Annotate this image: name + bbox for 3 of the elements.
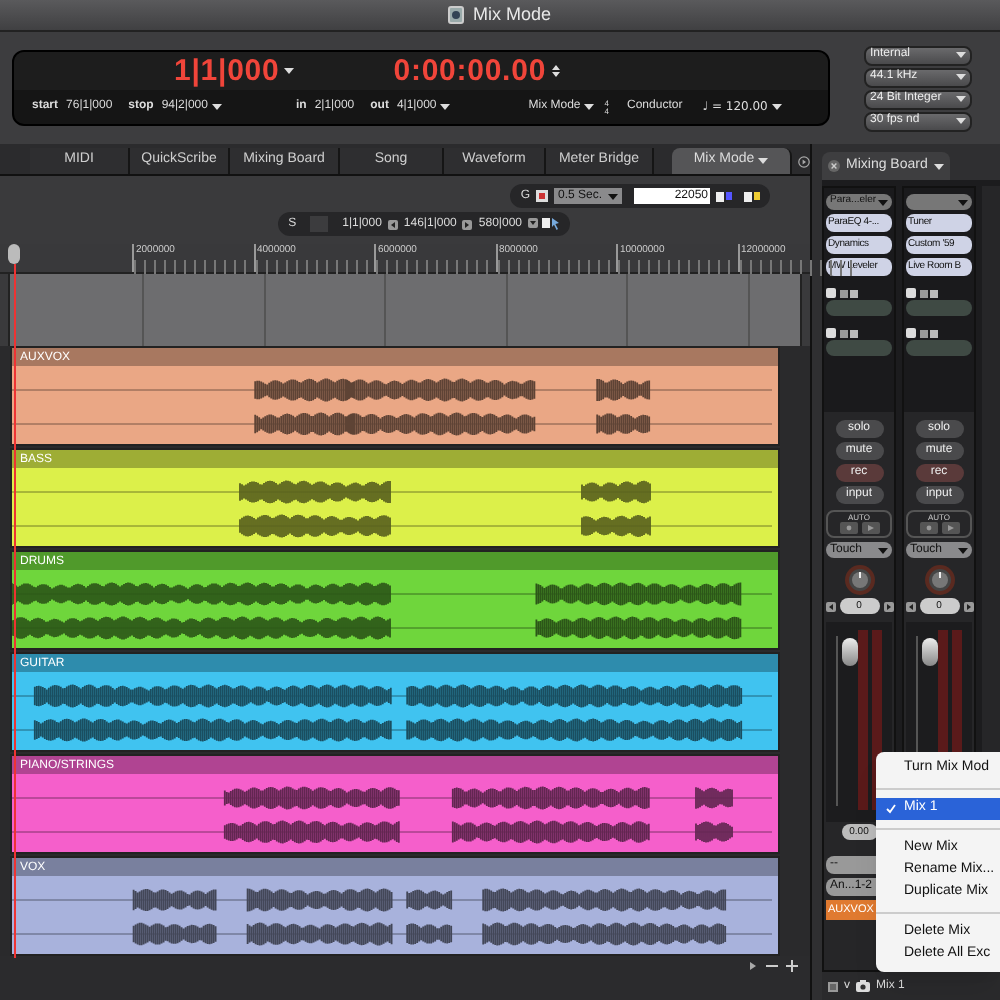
- time-position: 0:00:00.00: [393, 56, 547, 87]
- bar-position: 1|1|000: [174, 56, 280, 87]
- window-title: Mix Mode: [472, 1, 551, 28]
